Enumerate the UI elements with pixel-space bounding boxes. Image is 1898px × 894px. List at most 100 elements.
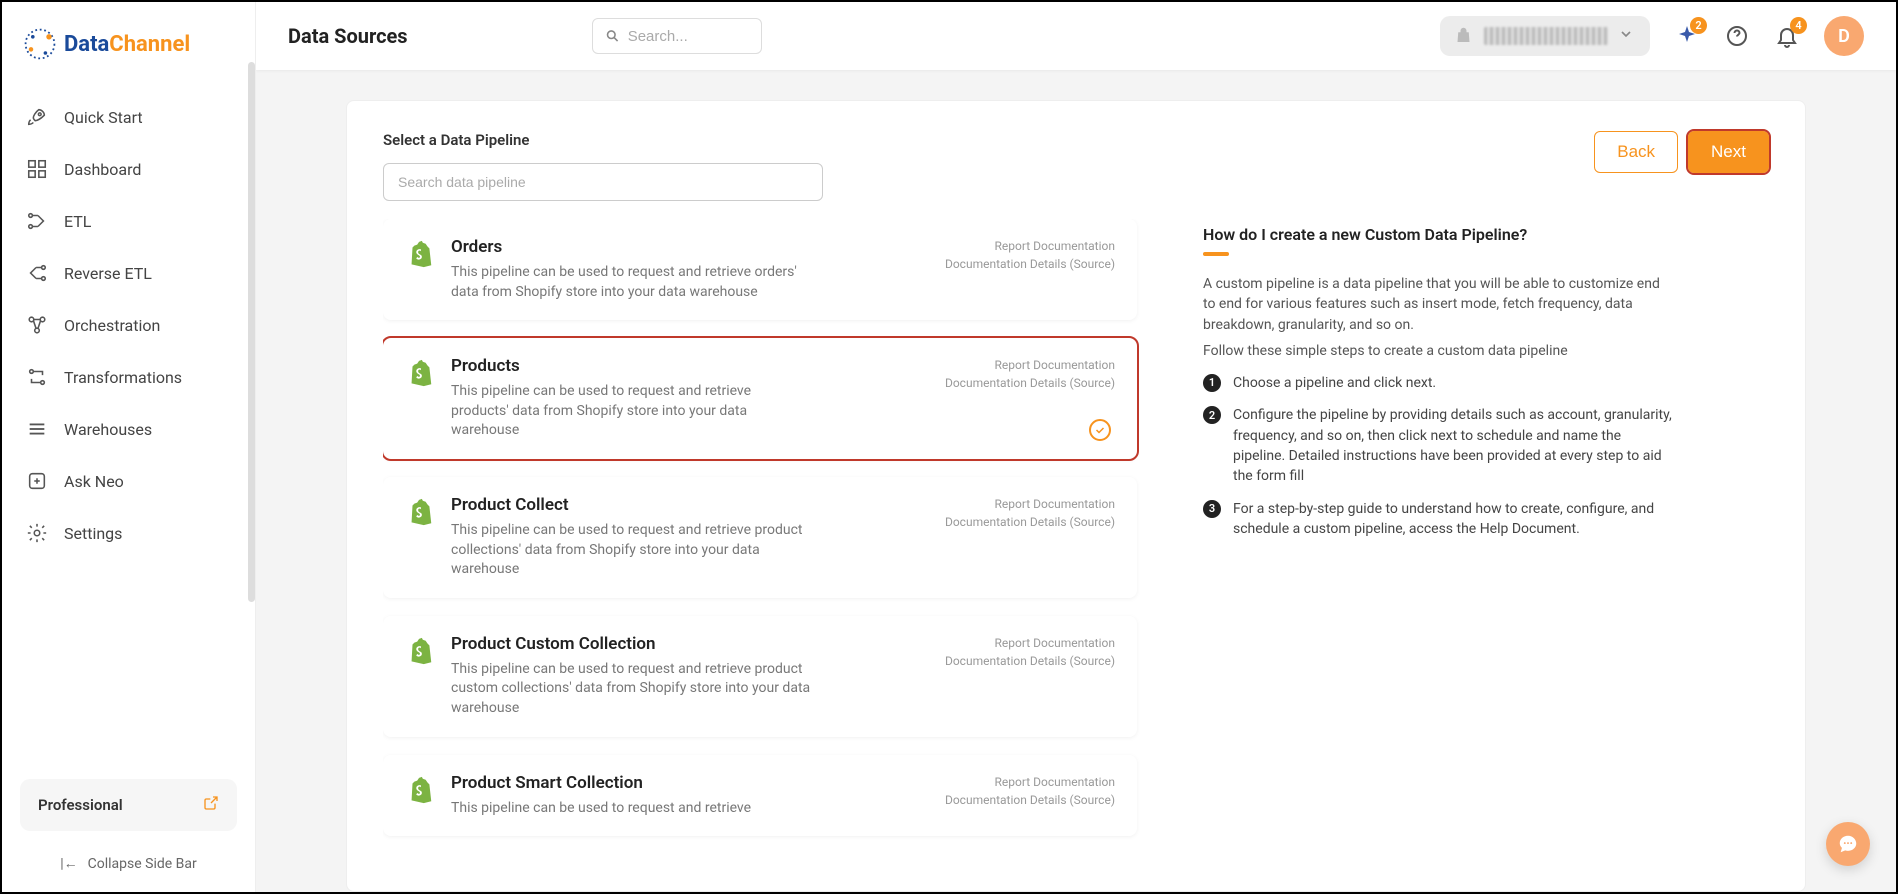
plan-box[interactable]: Professional [20,779,237,831]
sidebar-item-etl[interactable]: ETL [14,196,243,246]
check-icon [1089,419,1111,441]
sidebar-item-label: Reverse ETL [64,264,152,283]
sidebar-item-reverse-etl[interactable]: Reverse ETL [14,248,243,298]
help-icon [1725,24,1749,48]
pipeline-links: Report Documentation Documentation Detai… [945,356,1115,392]
sidebar-item-label: Transformations [64,368,182,387]
sidebar-item-orchestration[interactable]: Orchestration [14,300,243,350]
sidebar-item-transformations[interactable]: Transformations [14,352,243,402]
collapse-label: Collapse Side Bar [88,856,197,872]
select-pipeline-label: Select a Data Pipeline [383,131,823,149]
step-number: 1 [1203,374,1221,392]
bell-badge: 4 [1790,17,1807,34]
plus-box-icon [26,470,48,492]
pipeline-card[interactable]: Products This pipeline can be used to re… [383,338,1137,459]
doc-details-link[interactable]: Documentation Details (Source) [945,255,1115,273]
topbar: Data Sources 2 4 [256,2,1896,70]
account-selector[interactable] [1440,16,1650,56]
sidebar-item-quick-start[interactable]: Quick Start [14,92,243,142]
logo-text: DataChannel [64,32,190,57]
transformations-icon [26,366,48,388]
pipeline-card[interactable]: Product Smart Collection This pipeline c… [383,755,1137,837]
help-panel: How do I create a new Custom Data Pipeli… [1203,219,1673,871]
avatar[interactable]: D [1824,16,1864,56]
pipeline-card[interactable]: Product Collect This pipeline can be use… [383,477,1137,598]
help-step: 2 Configure the pipeline by providing det… [1203,405,1673,486]
pipeline-search-input[interactable] [383,163,823,201]
sidebar-item-label: ETL [64,212,91,231]
pipeline-card[interactable]: Product Custom Collection This pipeline … [383,616,1137,737]
search-input[interactable] [628,28,749,45]
search-icon [605,27,620,45]
pipeline-links: Report Documentation Documentation Detai… [945,237,1115,273]
sidebar-item-settings[interactable]: Settings [14,508,243,558]
collapse-sidebar[interactable]: |← Collapse Side Bar [20,855,237,872]
sidebar-scrollbar[interactable] [248,62,255,602]
pipeline-links: Report Documentation Documentation Detai… [945,634,1115,670]
report-doc-link[interactable]: Report Documentation [945,237,1115,255]
orchestration-icon [26,314,48,336]
sidebar-nav: Quick Start Dashboard ETL Reverse ETL Or… [2,90,255,767]
sparkle-button[interactable]: 2 [1674,23,1700,49]
report-doc-link[interactable]: Report Documentation [945,356,1115,374]
page-title: Data Sources [288,24,408,48]
step-text: Choose a pipeline and click next. [1233,373,1436,393]
report-doc-link[interactable]: Report Documentation [945,773,1115,791]
back-button[interactable]: Back [1594,131,1678,173]
help-button[interactable] [1724,23,1750,49]
account-name-blurred [1484,27,1608,45]
gear-icon [26,522,48,544]
step-number: 2 [1203,406,1221,424]
doc-details-link[interactable]: Documentation Details (Source) [945,513,1115,531]
help-intro-2: Follow these simple steps to create a cu… [1203,341,1673,361]
notifications-button[interactable]: 4 [1774,23,1800,49]
shopify-icon [405,775,435,805]
pipeline-links: Report Documentation Documentation Detai… [945,495,1115,531]
grid-icon [26,158,48,180]
report-doc-link[interactable]: Report Documentation [945,634,1115,652]
help-title: How do I create a new Custom Data Pipeli… [1203,225,1673,244]
chevron-down-icon [1618,26,1634,46]
rocket-icon [26,106,48,128]
pipeline-card[interactable]: Orders This pipeline can be used to requ… [383,219,1137,320]
plan-label: Professional [38,796,123,814]
sparkle-badge: 2 [1690,17,1707,34]
etl-icon [26,210,48,232]
doc-details-link[interactable]: Documentation Details (Source) [945,374,1115,392]
report-doc-link[interactable]: Report Documentation [945,495,1115,513]
sidebar-item-label: Quick Start [64,108,143,127]
sidebar-item-label: Warehouses [64,420,152,439]
bag-icon [1456,27,1474,45]
help-step: 3 For a step-by-step guide to understand … [1203,499,1673,540]
step-number: 3 [1203,500,1221,518]
doc-details-link[interactable]: Documentation Details (Source) [945,791,1115,809]
step-text: Configure the pipeline by providing deta… [1233,405,1673,486]
chat-icon [1837,833,1859,855]
pipeline-desc: This pipeline can be used to request and… [451,660,811,719]
sidebar: DataChannel Quick Start Dashboard ETL Re… [2,2,256,892]
sidebar-item-label: Ask Neo [64,472,124,491]
external-link-icon [203,795,219,815]
chat-fab[interactable] [1826,822,1870,866]
pipeline-desc: This pipeline can be used to request and… [451,382,811,441]
search-box[interactable] [592,18,762,54]
sidebar-item-warehouses[interactable]: Warehouses [14,404,243,454]
doc-details-link[interactable]: Documentation Details (Source) [945,652,1115,670]
sidebar-item-dashboard[interactable]: Dashboard [14,144,243,194]
pipeline-links: Report Documentation Documentation Detai… [945,773,1115,809]
logo-globe-icon [22,26,58,62]
next-button[interactable]: Next [1688,131,1769,173]
pipeline-desc: This pipeline can be used to request and… [451,263,811,302]
pipeline-list[interactable]: Orders This pipeline can be used to requ… [383,219,1153,871]
logo[interactable]: DataChannel [2,2,255,90]
sidebar-item-label: Settings [64,524,122,543]
help-step: 1 Choose a pipeline and click next. [1203,373,1673,393]
sidebar-item-label: Dashboard [64,160,141,179]
sidebar-item-ask-neo[interactable]: Ask Neo [14,456,243,506]
help-underline [1203,252,1229,256]
step-text: For a step-by-step guide to understand h… [1233,499,1673,540]
pipeline-desc: This pipeline can be used to request and… [451,521,811,580]
warehouses-icon [26,418,48,440]
shopify-icon [405,636,435,666]
reverse-etl-icon [26,262,48,284]
